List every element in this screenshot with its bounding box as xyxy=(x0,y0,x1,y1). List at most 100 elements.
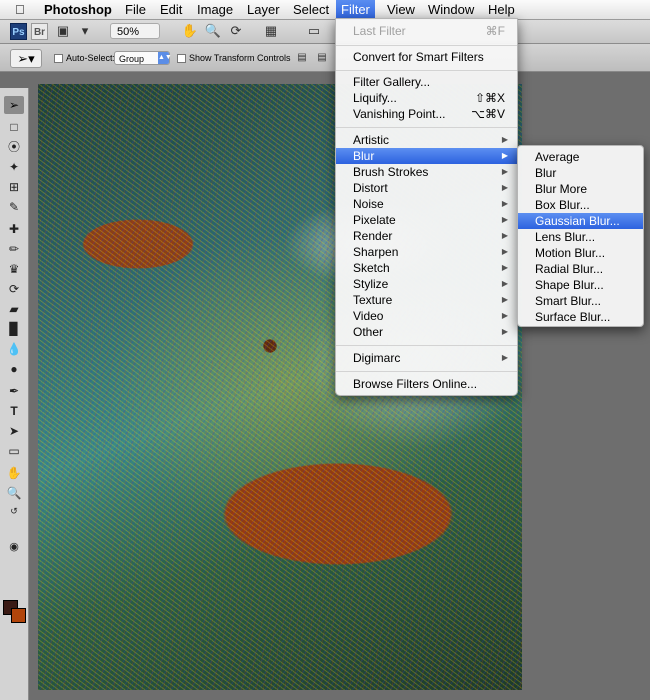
menu-edit[interactable]: Edit xyxy=(160,2,182,18)
zoom-level-select[interactable]: 50% xyxy=(110,23,160,39)
auto-select-checkbox[interactable] xyxy=(54,54,63,63)
eraser-tool-icon[interactable]: ▰ xyxy=(4,300,24,318)
show-transform-checkbox[interactable] xyxy=(177,54,186,63)
swap-colors-icon[interactable]: ↺ xyxy=(4,502,24,520)
auto-select-target-select[interactable]: Group ▲▼ xyxy=(114,51,172,65)
bridge-launch-button[interactable]: Br xyxy=(31,23,48,40)
filter-group-texture[interactable]: Texture ▶ xyxy=(336,292,517,308)
path-selection-tool-icon[interactable]: ➤ xyxy=(4,422,24,440)
zoom-tool-icon[interactable]: 🔍 xyxy=(4,484,24,502)
minibridge-icon[interactable]: ▣ xyxy=(54,23,72,39)
blur-submenu: Average Blur Blur More Box Blur... Gauss… xyxy=(517,145,644,327)
filter-group-sharpen[interactable]: Sharpen ▶ xyxy=(336,244,517,260)
brush-tool-icon[interactable]: ✏ xyxy=(4,240,24,258)
filter-group-pixelate[interactable]: Pixelate ▶ xyxy=(336,212,517,228)
blur-item-radial-blur[interactable]: Radial Blur... xyxy=(518,261,643,277)
shape-tool-icon[interactable]: ▭ xyxy=(4,442,24,460)
align-top-icon[interactable]: ▤ xyxy=(293,50,311,66)
blur-tool-icon[interactable]: 💧 xyxy=(4,340,24,358)
hand-tool-icon[interactable]: ✋ xyxy=(181,23,199,39)
filter-group-other[interactable]: Other ▶ xyxy=(336,324,517,340)
auto-select-target-value: Group xyxy=(119,54,145,64)
move-tool-icon[interactable]: ➢ xyxy=(4,96,24,114)
filter-group-distort[interactable]: Distort ▶ xyxy=(336,180,517,196)
filter-group-blur[interactable]: Blur ▶ xyxy=(336,148,517,164)
filter-group-render[interactable]: Render ▶ xyxy=(336,228,517,244)
healing-brush-tool-icon[interactable]: ✚ xyxy=(4,220,24,238)
crop-tool-icon[interactable]: ⊞ xyxy=(4,178,24,196)
liquify-menu-item[interactable]: Liquify... ⇧⌘X xyxy=(336,90,517,106)
zoom-tool-icon[interactable]: 🔍 xyxy=(204,23,222,39)
magic-wand-tool-icon[interactable]: ✦ xyxy=(4,158,24,176)
filter-group-label: Distort xyxy=(353,181,388,195)
rotate-view-icon[interactable]: ⟳ xyxy=(227,23,245,39)
submenu-arrow-icon: ▶ xyxy=(501,327,508,336)
liquify-label: Liquify... xyxy=(353,91,397,105)
filter-group-label: Sketch xyxy=(353,261,390,275)
type-tool-icon[interactable]: T xyxy=(4,402,24,420)
gradient-tool-icon[interactable]: ▉ xyxy=(4,320,24,338)
filter-group-digimarc[interactable]: Digimarc ▶ xyxy=(336,350,517,366)
apple-icon[interactable]:  xyxy=(15,2,25,17)
eyedropper-tool-icon[interactable]: ✎ xyxy=(4,198,24,216)
blur-item-gaussian-blur[interactable]: Gaussian Blur... xyxy=(518,213,643,229)
submenu-arrow-icon: ▶ xyxy=(501,167,508,176)
blur-item-shape-blur[interactable]: Shape Blur... xyxy=(518,277,643,293)
vanishing-point-menu-item[interactable]: Vanishing Point... ⌥⌘V xyxy=(336,106,517,122)
filter-group-label: Blur xyxy=(353,149,375,163)
blur-item-box-blur[interactable]: Box Blur... xyxy=(518,197,643,213)
menu-image[interactable]: Image xyxy=(197,2,233,18)
blur-item-smart-blur[interactable]: Smart Blur... xyxy=(518,293,643,309)
filter-group-label: Texture xyxy=(353,293,393,307)
clone-stamp-tool-icon[interactable]: ♛ xyxy=(4,260,24,278)
menu-help[interactable]: Help xyxy=(488,2,515,18)
align-middle-icon[interactable]: ▤ xyxy=(313,50,331,66)
submenu-arrow-icon: ▶ xyxy=(501,199,508,208)
blur-item-motion-blur[interactable]: Motion Blur... xyxy=(518,245,643,261)
tool-preset-picker[interactable]: ➢▾ xyxy=(10,49,42,68)
menu-separator xyxy=(336,345,517,346)
filter-gallery-menu-item[interactable]: Filter Gallery... xyxy=(336,74,517,90)
filter-group-stylize[interactable]: Stylize ▶ xyxy=(336,276,517,292)
menu-select[interactable]: Select xyxy=(293,2,329,18)
blur-item-blur[interactable]: Blur xyxy=(518,165,643,181)
submenu-arrow-icon: ▶ xyxy=(501,135,508,144)
menu-separator xyxy=(336,45,517,46)
menu-separator xyxy=(336,127,517,128)
filter-group-label: Brush Strokes xyxy=(353,165,429,179)
blur-item-blur-more[interactable]: Blur More xyxy=(518,181,643,197)
history-brush-tool-icon[interactable]: ⟳ xyxy=(4,280,24,298)
show-transform-label: Show Transform Controls xyxy=(189,53,291,63)
menu-window[interactable]: Window xyxy=(428,2,474,18)
dodge-tool-icon[interactable]: ● xyxy=(4,360,24,378)
menu-filter[interactable]: Filter xyxy=(336,0,375,20)
quick-mask-icon[interactable]: ◉ xyxy=(4,538,24,556)
marquee-tool-icon[interactable]: □ xyxy=(4,118,24,136)
extras-dropdown-icon[interactable]: ▾ xyxy=(76,23,94,39)
filter-group-artistic[interactable]: Artistic ▶ xyxy=(336,132,517,148)
filter-group-brush-strokes[interactable]: Brush Strokes ▶ xyxy=(336,164,517,180)
menu-layer[interactable]: Layer xyxy=(247,2,280,18)
menu-app-name[interactable]: Photoshop xyxy=(44,2,112,18)
blur-item-average[interactable]: Average xyxy=(518,149,643,165)
lasso-tool-icon[interactable]: ⦿ xyxy=(4,138,24,156)
menu-view[interactable]: View xyxy=(387,2,415,18)
pen-tool-icon[interactable]: ✒ xyxy=(4,382,24,400)
blur-item-surface-blur[interactable]: Surface Blur... xyxy=(518,309,643,325)
menu-file[interactable]: File xyxy=(125,2,146,18)
arrange-documents-icon[interactable]: ▦ xyxy=(262,23,280,39)
background-color-swatch[interactable] xyxy=(11,608,26,623)
filter-group-noise[interactable]: Noise ▶ xyxy=(336,196,517,212)
blur-item-lens-blur[interactable]: Lens Blur... xyxy=(518,229,643,245)
filter-group-video[interactable]: Video ▶ xyxy=(336,308,517,324)
options-bar: ➢▾ Auto-Select: Group ▲▼ Show Transform … xyxy=(0,44,650,72)
vanishing-point-label: Vanishing Point... xyxy=(353,107,446,121)
convert-smart-filters-menu-item[interactable]: Convert for Smart Filters xyxy=(336,49,517,65)
filter-group-label: Digimarc xyxy=(353,351,401,365)
browse-filters-online-menu-item[interactable]: Browse Filters Online... xyxy=(336,376,517,392)
hand-tool-icon[interactable]: ✋ xyxy=(4,464,24,482)
screen-mode-icon[interactable]: ▭ xyxy=(305,23,323,39)
last-filter-menu-item[interactable]: Last Filter ⌘F xyxy=(336,23,517,39)
filter-menu: Last Filter ⌘F Convert for Smart Filters… xyxy=(335,18,518,396)
filter-group-sketch[interactable]: Sketch ▶ xyxy=(336,260,517,276)
